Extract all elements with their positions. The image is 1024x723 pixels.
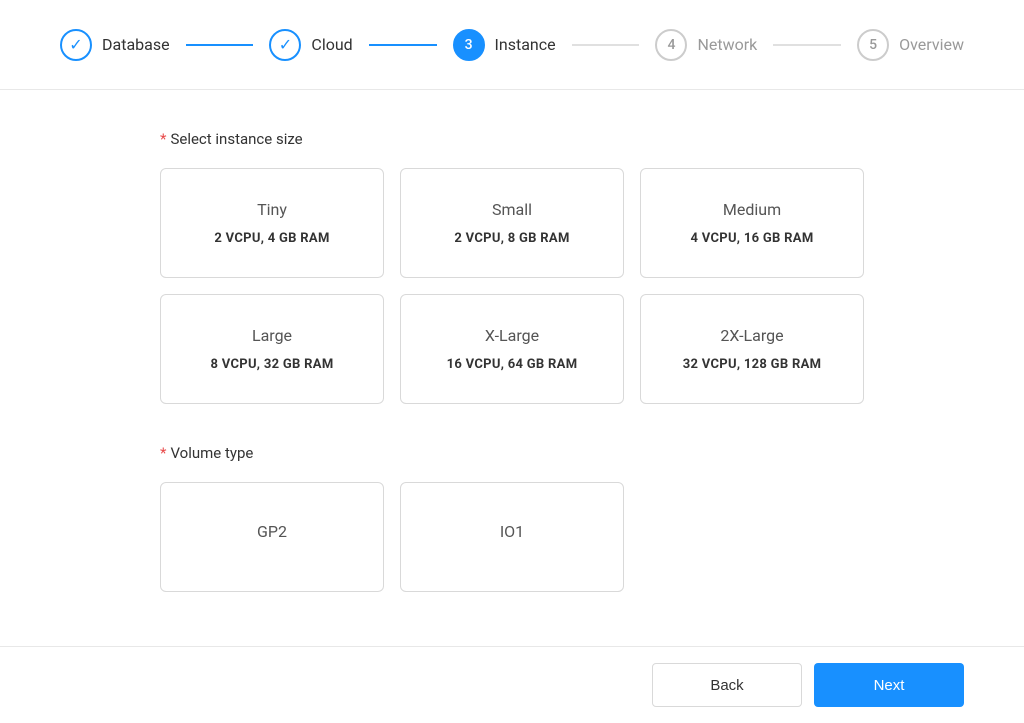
required-star-instance: *: [160, 130, 166, 148]
instance-card-tiny[interactable]: Tiny 2 VCPU, 4 GB RAM: [160, 168, 384, 278]
check-icon: ✓: [69, 35, 82, 54]
card-spec-xlarge: 16 VCPU, 64 GB RAM: [447, 357, 578, 372]
footer: Back Next: [0, 646, 1024, 723]
instance-section-title: Select instance size: [170, 130, 302, 148]
volume-card-io1[interactable]: IO1: [400, 482, 624, 592]
step-circle-database: ✓: [60, 29, 92, 61]
card-spec-2xlarge: 32 VCPU, 128 GB RAM: [683, 357, 822, 372]
next-button[interactable]: Next: [814, 663, 964, 707]
stepper: ✓ Database ✓ Cloud 3 Instance 4 Network …: [0, 0, 1024, 90]
volume-section-title: Volume type: [170, 444, 253, 462]
card-title-tiny: Tiny: [257, 200, 287, 219]
back-button[interactable]: Back: [652, 663, 802, 707]
step-circle-cloud: ✓: [269, 29, 301, 61]
card-title-2xlarge: 2X-Large: [720, 326, 783, 345]
instance-size-label: * Select instance size: [160, 130, 864, 148]
instance-card-large[interactable]: Large 8 VCPU, 32 GB RAM: [160, 294, 384, 404]
step-instance[interactable]: 3 Instance: [453, 29, 556, 61]
volume-type-label: * Volume type: [160, 444, 864, 462]
step-label-instance: Instance: [495, 35, 556, 54]
card-spec-medium: 4 VCPU, 16 GB RAM: [690, 231, 813, 246]
card-spec-small: 2 VCPU, 8 GB RAM: [454, 231, 569, 246]
step-circle-instance: 3: [453, 29, 485, 61]
step-line-4: [773, 44, 841, 46]
card-spec-large: 8 VCPU, 32 GB RAM: [210, 357, 333, 372]
volume-card-gp2[interactable]: GP2: [160, 482, 384, 592]
step-overview[interactable]: 5 Overview: [857, 29, 964, 61]
check-icon-2: ✓: [279, 35, 292, 54]
instance-size-grid: Tiny 2 VCPU, 4 GB RAM Small 2 VCPU, 8 GB…: [160, 168, 864, 404]
step-label-database: Database: [102, 35, 170, 54]
card-spec-tiny: 2 VCPU, 4 GB RAM: [214, 231, 329, 246]
step-network[interactable]: 4 Network: [655, 29, 757, 61]
step-label-network: Network: [697, 35, 757, 54]
step-line-3: [572, 44, 640, 46]
card-title-gp2: GP2: [257, 522, 287, 541]
step-number-instance: 3: [465, 37, 473, 53]
card-title-xlarge: X-Large: [485, 326, 539, 345]
card-title-small: Small: [492, 200, 532, 219]
step-number-overview: 5: [869, 37, 877, 53]
step-line-2: [369, 44, 437, 46]
step-line-1: [186, 44, 254, 46]
step-number-network: 4: [667, 37, 675, 53]
volume-type-grid: GP2 IO1: [160, 482, 864, 592]
step-label-cloud: Cloud: [311, 35, 352, 54]
instance-card-medium[interactable]: Medium 4 VCPU, 16 GB RAM: [640, 168, 864, 278]
card-title-large: Large: [252, 326, 292, 345]
step-circle-network: 4: [655, 29, 687, 61]
step-label-overview: Overview: [899, 35, 964, 54]
instance-card-small[interactable]: Small 2 VCPU, 8 GB RAM: [400, 168, 624, 278]
step-circle-overview: 5: [857, 29, 889, 61]
main-content: * Select instance size Tiny 2 VCPU, 4 GB…: [0, 90, 1024, 646]
instance-card-xlarge[interactable]: X-Large 16 VCPU, 64 GB RAM: [400, 294, 624, 404]
step-database[interactable]: ✓ Database: [60, 29, 170, 61]
required-star-volume: *: [160, 444, 166, 462]
card-title-io1: IO1: [500, 522, 524, 541]
instance-card-2xlarge[interactable]: 2X-Large 32 VCPU, 128 GB RAM: [640, 294, 864, 404]
card-title-medium: Medium: [723, 200, 781, 219]
step-cloud[interactable]: ✓ Cloud: [269, 29, 352, 61]
